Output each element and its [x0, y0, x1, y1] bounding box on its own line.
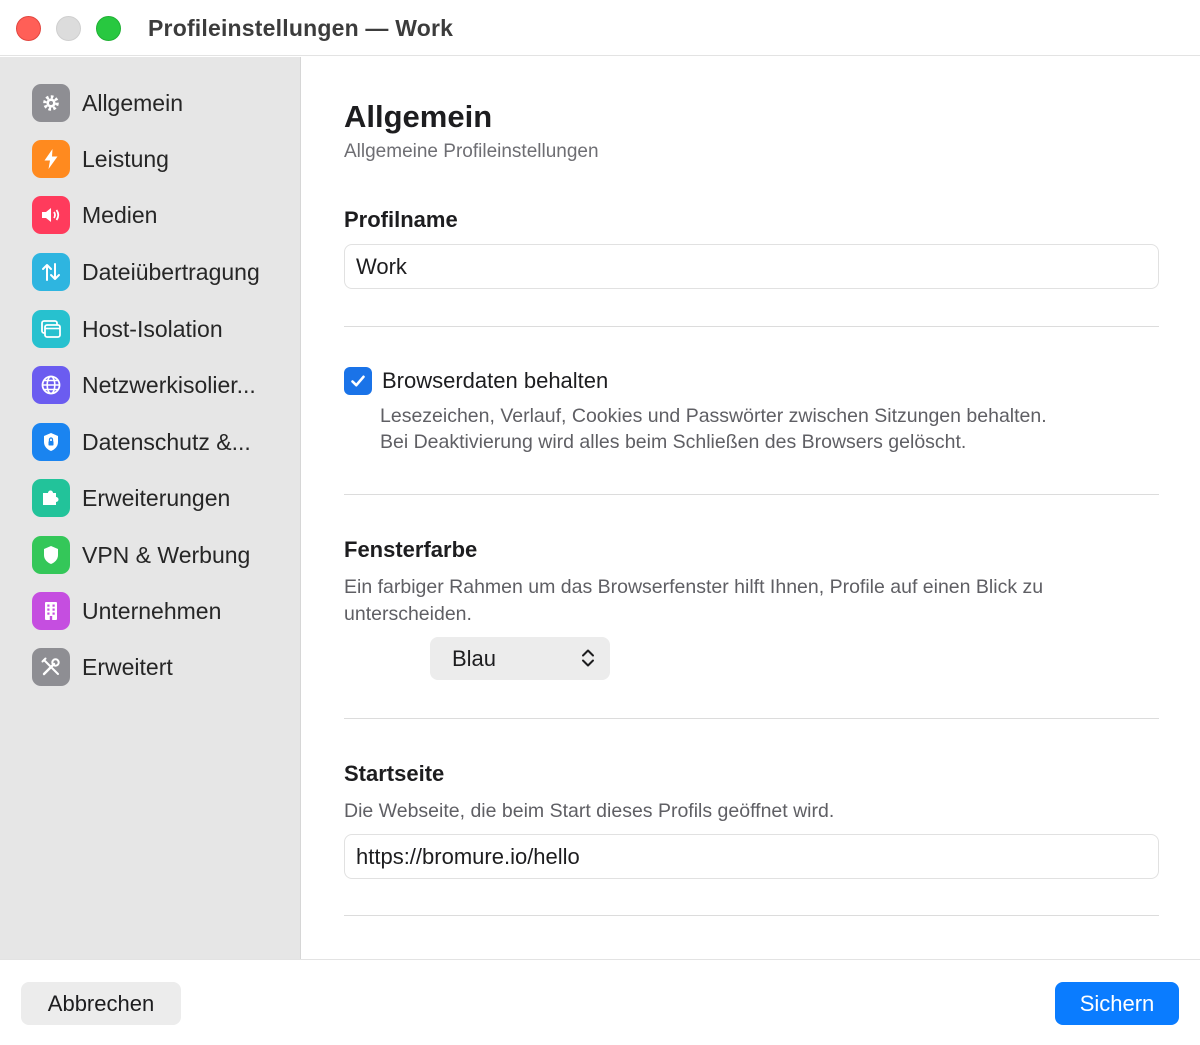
divider	[344, 718, 1159, 719]
sidebar-item-label: Dateiübertragung	[82, 258, 260, 285]
sidebar-item-label: Erweitert	[82, 653, 173, 680]
building-icon	[32, 592, 70, 630]
checkmark-icon	[351, 375, 365, 387]
sidebar-item-label: Leistung	[82, 145, 169, 172]
sidebar-item-host-isolation[interactable]: Host-Isolation	[20, 305, 290, 353]
sidebar-item-label: Netzwerkisolier...	[82, 371, 256, 398]
divider	[344, 494, 1159, 495]
chevron-up-down-icon	[582, 649, 594, 667]
settings-window: Profileinstellungen — Work Allgemein Lei…	[0, 0, 1200, 1045]
window-stack-icon	[32, 310, 70, 348]
cancel-button[interactable]: Abbrechen	[21, 982, 181, 1025]
sidebar-item-medien[interactable]: Medien	[20, 191, 290, 239]
close-window-button[interactable]	[16, 16, 41, 41]
sidebar-item-netzwerkisolierung[interactable]: Netzwerkisolier...	[20, 361, 290, 409]
gear-icon	[32, 84, 70, 122]
main-content: Allgemein Allgemeine Profileinstellungen…	[302, 57, 1200, 959]
keep-browser-data-help-line1: Lesezeichen, Verlauf, Cookies und Passwö…	[380, 405, 1047, 427]
window-color-select[interactable]: Blau	[430, 637, 610, 680]
sidebar-item-dateiuebertragung[interactable]: Dateiübertragung	[20, 248, 290, 296]
transfer-arrows-icon	[32, 253, 70, 291]
sidebar-item-label: Datenschutz &...	[82, 428, 251, 455]
keep-browser-data-label: Browserdaten behalten	[382, 368, 609, 393]
start-page-help: Die Webseite, die beim Start dieses Prof…	[344, 800, 835, 822]
start-page-url-field[interactable]	[344, 834, 1159, 879]
zoom-window-button[interactable]	[96, 16, 121, 41]
profile-name-field[interactable]	[344, 244, 1159, 289]
keep-browser-data-checkbox[interactable]	[344, 367, 372, 395]
minimize-window-button[interactable]	[56, 16, 81, 41]
sidebar-item-label: VPN & Werbung	[82, 541, 251, 568]
window-color-selected-value: Blau	[452, 646, 497, 671]
page-title: Allgemein	[344, 99, 493, 134]
sidebar-item-label: Erweiterungen	[82, 484, 231, 511]
sidebar-item-leistung[interactable]: Leistung	[20, 135, 290, 183]
puzzle-icon	[32, 479, 70, 517]
lock-shield-icon	[32, 423, 70, 461]
sidebar-item-vpn-werbung[interactable]: VPN & Werbung	[20, 531, 290, 579]
sidebar-item-label: Unternehmen	[82, 597, 222, 624]
title-bar: Profileinstellungen — Work	[0, 0, 1200, 56]
save-button[interactable]: Sichern	[1055, 982, 1179, 1025]
divider	[344, 326, 1159, 327]
sidebar-item-erweitert[interactable]: Erweitert	[20, 643, 290, 691]
tools-icon	[32, 648, 70, 686]
sidebar-item-label: Allgemein	[82, 89, 183, 116]
footer-bar: Abbrechen Sichern	[0, 959, 1200, 1045]
bolt-icon	[32, 140, 70, 178]
globe-icon	[32, 366, 70, 404]
shield-icon	[32, 536, 70, 574]
sidebar: Allgemein Leistung Medien Dateiübertragu…	[0, 57, 301, 959]
profile-name-label: Profilname	[344, 207, 458, 232]
sidebar-item-datenschutz[interactable]: Datenschutz &...	[20, 418, 290, 466]
sidebar-item-label: Host-Isolation	[82, 315, 223, 342]
divider	[344, 915, 1159, 916]
sidebar-item-allgemein[interactable]: Allgemein	[20, 79, 290, 127]
window-color-help: Ein farbiger Rahmen um das Browserfenste…	[344, 576, 1044, 625]
page-subtitle: Allgemeine Profileinstellungen	[344, 141, 599, 162]
sidebar-item-label: Medien	[82, 201, 158, 228]
keep-browser-data-help-line2: Bei Deaktivierung wird alles beim Schlie…	[380, 431, 967, 453]
window-color-label: Fensterfarbe	[344, 537, 478, 562]
sidebar-item-unternehmen[interactable]: Unternehmen	[20, 587, 290, 635]
window-title: Profileinstellungen — Work	[148, 15, 454, 41]
start-page-label: Startseite	[344, 761, 445, 786]
speaker-icon	[32, 196, 70, 234]
sidebar-item-erweiterungen[interactable]: Erweiterungen	[20, 474, 290, 522]
